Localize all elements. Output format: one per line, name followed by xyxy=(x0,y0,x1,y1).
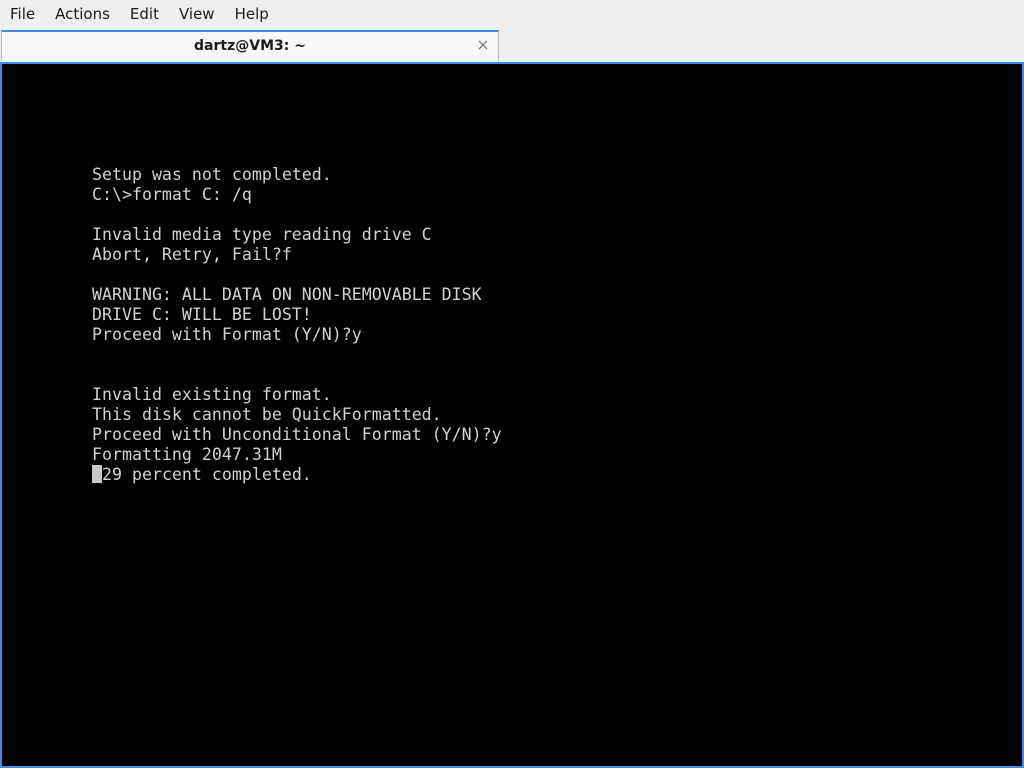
terminal-window: File Actions Edit View Help dartz@VM3: ~… xyxy=(0,0,1024,768)
terminal-line: This disk cannot be QuickFormatted. xyxy=(92,405,442,424)
menu-actions[interactable]: Actions xyxy=(45,0,120,29)
tab-bar: dartz@VM3: ~ xyxy=(0,29,1024,62)
terminal-line: Formatting 2047.31M xyxy=(92,445,282,464)
menu-edit[interactable]: Edit xyxy=(120,0,169,29)
terminal-output: Setup was not completed. C:\>format C: /… xyxy=(92,165,502,485)
terminal-line: WARNING: ALL DATA ON NON-REMOVABLE DISK xyxy=(92,285,482,304)
terminal-line: Proceed with Unconditional Format (Y/N)?… xyxy=(92,425,502,444)
terminal-line: Proceed with Format (Y/N)?y xyxy=(92,325,362,344)
menu-file[interactable]: File xyxy=(0,0,45,29)
menu-bar: File Actions Edit View Help xyxy=(0,0,1024,29)
terminal-line: Invalid existing format. xyxy=(92,385,332,404)
terminal-line: C:\>format C: /q xyxy=(92,185,252,204)
terminal-line: Invalid media type reading drive C xyxy=(92,225,432,244)
terminal-line: Setup was not completed. xyxy=(92,165,332,184)
tab-title: dartz@VM3: ~ xyxy=(194,38,306,54)
tab-terminal[interactable]: dartz@VM3: ~ xyxy=(1,30,499,61)
menu-view[interactable]: View xyxy=(169,0,225,29)
terminal-line: DRIVE C: WILL BE LOST! xyxy=(92,305,312,324)
close-icon[interactable] xyxy=(476,37,490,51)
terminal-line: Abort, Retry, Fail?f xyxy=(92,245,292,264)
progress-line: 29 percent completed. xyxy=(102,465,312,484)
menu-help[interactable]: Help xyxy=(225,0,279,29)
text-cursor xyxy=(92,465,102,483)
terminal-area[interactable]: Setup was not completed. C:\>format C: /… xyxy=(0,62,1024,768)
